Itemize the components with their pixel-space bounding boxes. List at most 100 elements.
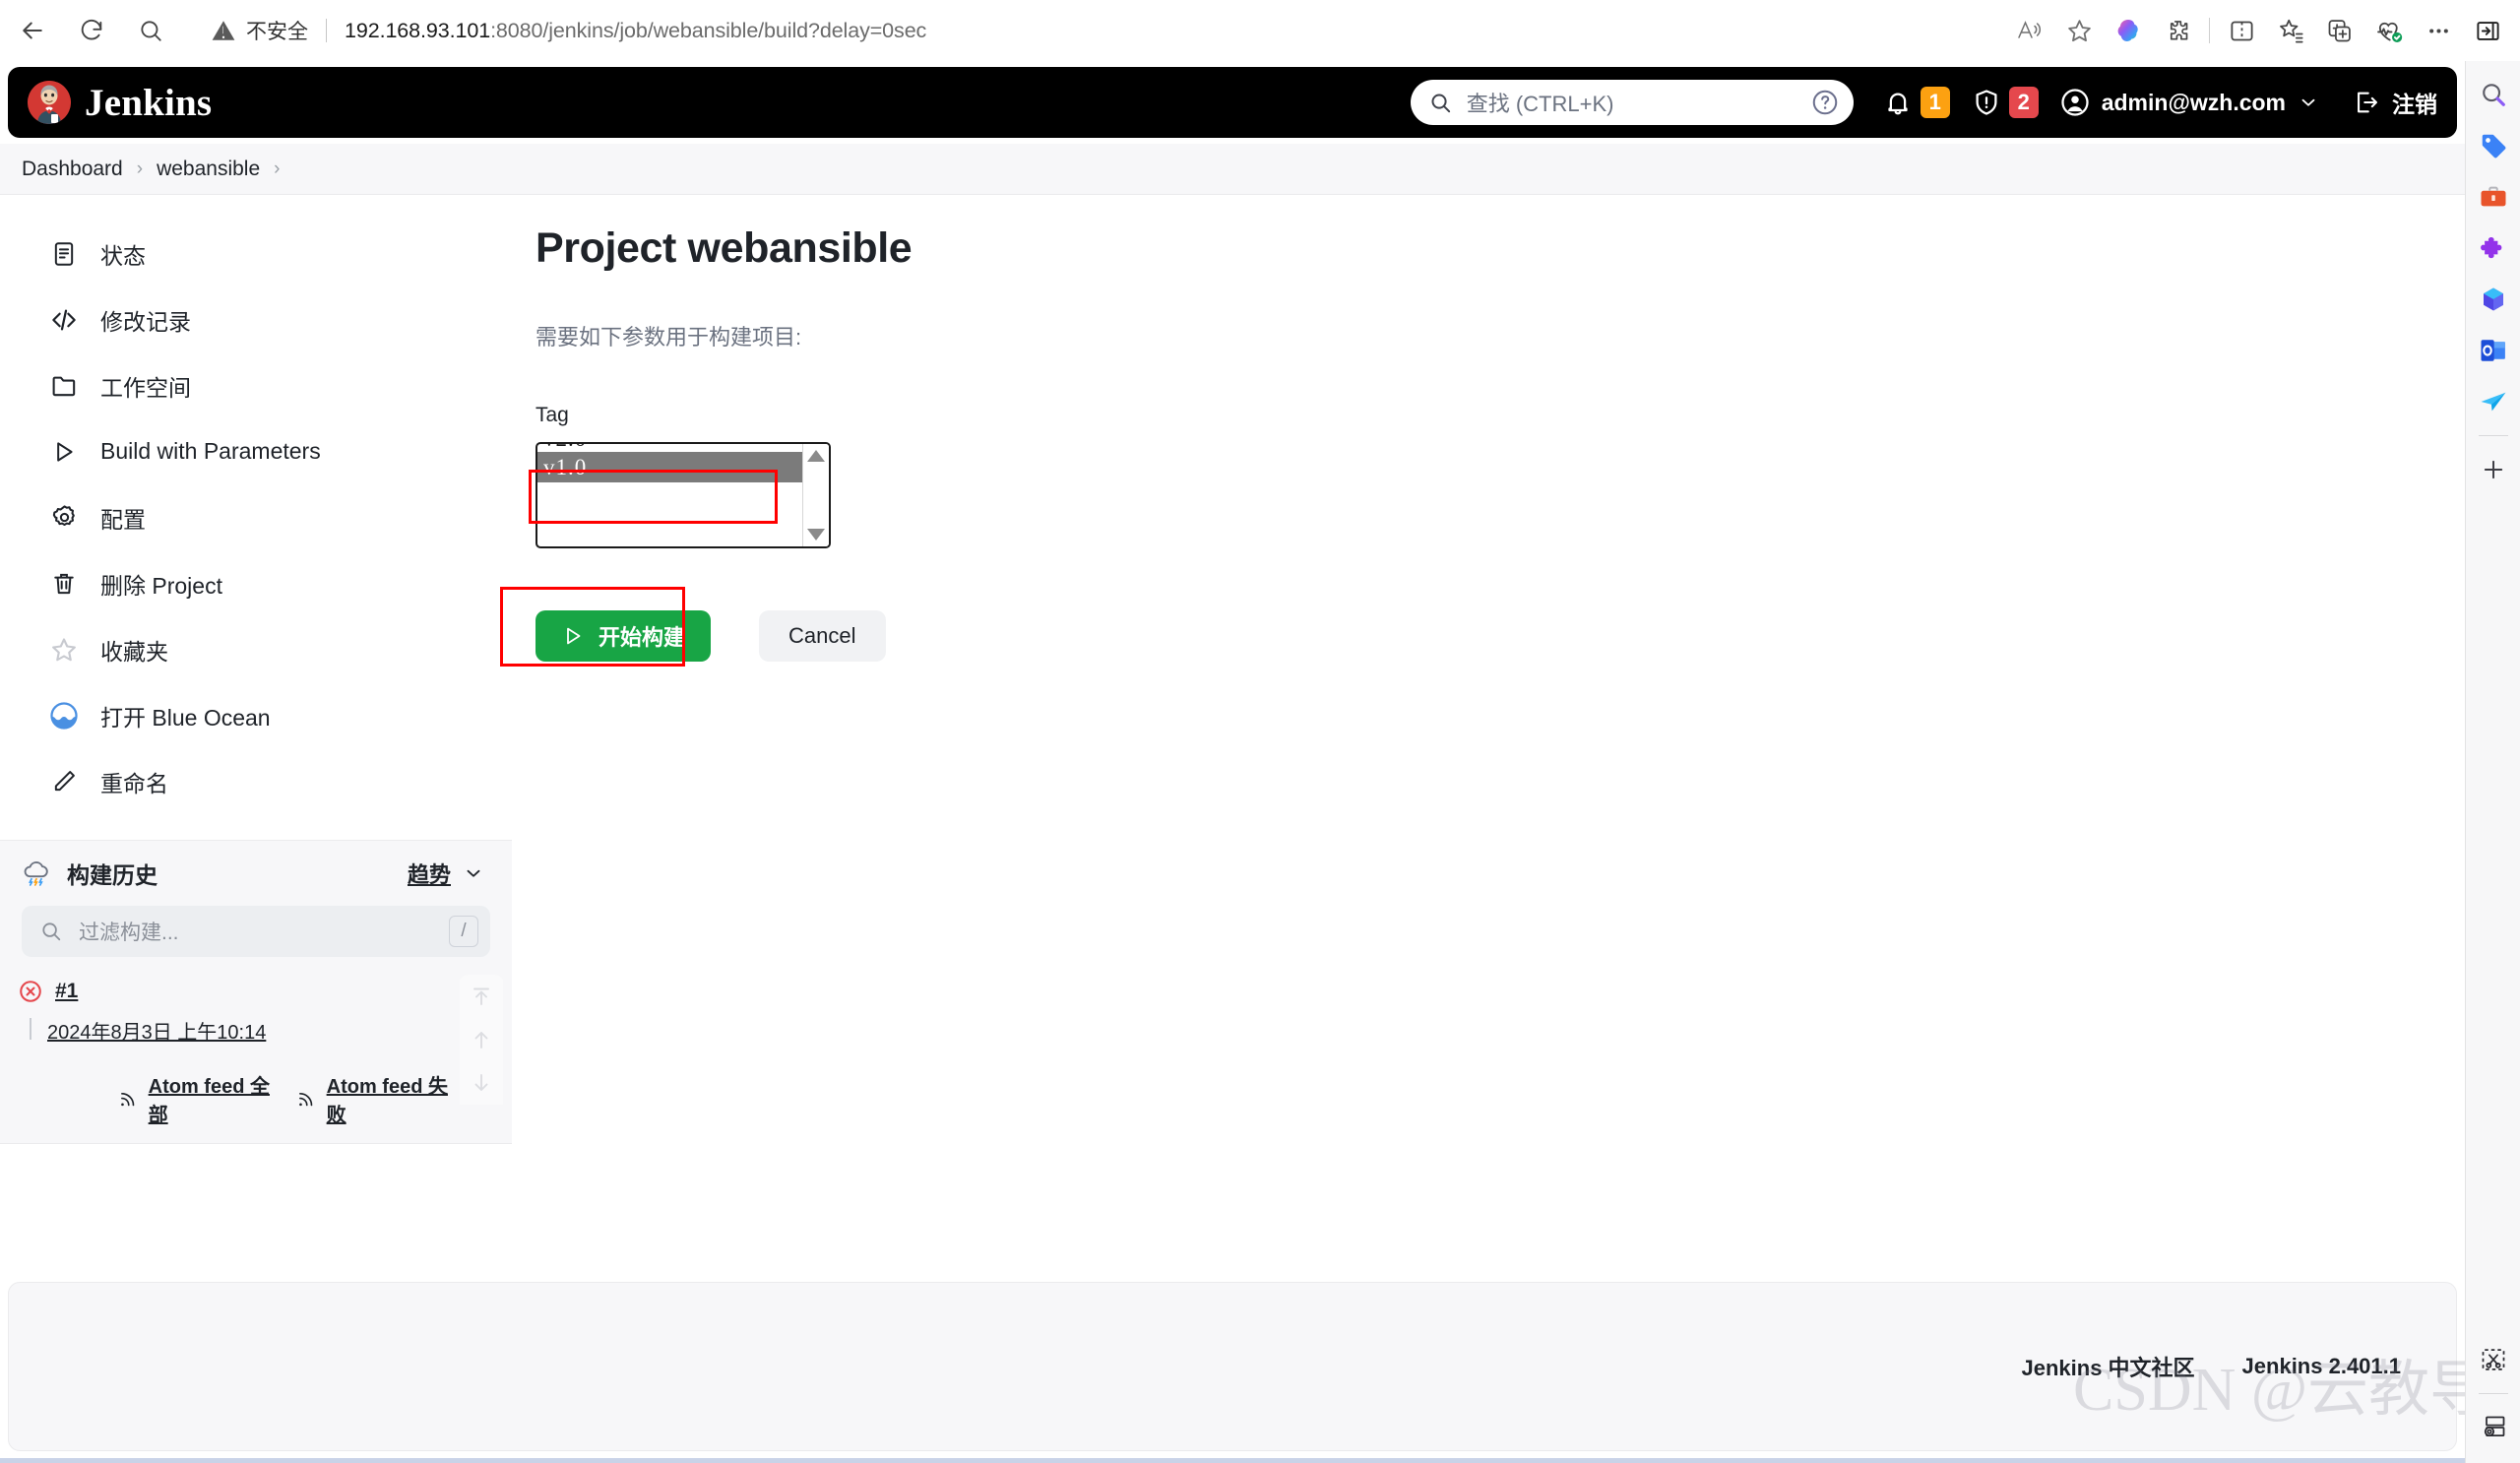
- tools-icon[interactable]: [2472, 171, 2515, 223]
- copilot-icon[interactable]: [2104, 6, 2153, 55]
- build-history-title: 构建历史: [67, 862, 158, 888]
- shield-warning-icon[interactable]: [1972, 88, 2001, 117]
- logout-button[interactable]: 注销: [2353, 86, 2437, 119]
- browser-search-icon[interactable]: [124, 4, 177, 57]
- screenshot-scissors-icon[interactable]: [2472, 1334, 2515, 1385]
- sidebar-item-workspace[interactable]: 工作空间: [0, 352, 512, 418]
- reload-icon[interactable]: [65, 4, 118, 57]
- bell-icon[interactable]: [1883, 88, 1913, 117]
- extensions-icon[interactable]: [2153, 6, 2202, 55]
- build-trend-label: 趋势: [407, 862, 451, 887]
- page-up-icon[interactable]: [460, 1018, 503, 1061]
- footer-community-link[interactable]: Jenkins 中文社区: [2022, 1351, 2195, 1382]
- build-number-link[interactable]: #1: [55, 980, 78, 1003]
- scroll-up-arrow-icon[interactable]: [807, 450, 825, 462]
- play-triangle-icon: [49, 437, 79, 467]
- sidebar-toggle-icon[interactable]: [2463, 6, 2512, 55]
- read-aloud-icon[interactable]: [2005, 6, 2054, 55]
- send-icon[interactable]: [2472, 376, 2515, 427]
- sidebar-item-status[interactable]: 状态: [0, 221, 512, 286]
- chevron-down-icon: [467, 869, 480, 877]
- breadcrumb-item-webansible[interactable]: webansible: [157, 158, 260, 181]
- question-mark-icon[interactable]: [1810, 88, 1840, 117]
- avatar: [2061, 89, 2089, 116]
- breadcrumb-item-dashboard[interactable]: Dashboard: [22, 158, 123, 181]
- url-text: 192.168.93.101:8080/jenkins/job/webansib…: [345, 19, 926, 43]
- atom-feed-all-label: Atom feed 全部: [148, 1076, 270, 1126]
- cancel-button[interactable]: Cancel: [759, 610, 886, 662]
- page-down-icon[interactable]: [460, 1061, 503, 1105]
- logout-icon: [2358, 92, 2377, 113]
- atom-feed-failed-link[interactable]: Atom feed 失败: [296, 1070, 459, 1127]
- add-icon[interactable]: [2472, 444, 2515, 495]
- folder-icon: [49, 371, 79, 401]
- browser-health-icon[interactable]: [2364, 6, 2414, 55]
- notifications-group[interactable]: 1: [1883, 87, 1950, 118]
- back-arrow-icon[interactable]: [6, 4, 59, 57]
- rss-icon: [121, 1093, 135, 1107]
- page-title: Project webansible: [536, 224, 913, 272]
- tag-select-listbox[interactable]: v2.0 v1.0: [536, 442, 831, 548]
- sidebar-item-delete-project[interactable]: 删除 Project: [0, 550, 512, 616]
- sidebar-settings-icon[interactable]: [2472, 1402, 2515, 1453]
- chevron-down-icon[interactable]: [2298, 92, 2319, 113]
- sidebar-item-configure[interactable]: 配置: [0, 484, 512, 550]
- office-icon[interactable]: [2472, 274, 2515, 325]
- jenkins-search-box[interactable]: 查找 (CTRL+K): [1410, 80, 1854, 125]
- url-host: 192.168.93.101: [345, 18, 491, 42]
- favorite-star-icon[interactable]: [2054, 6, 2104, 55]
- sidebar-item-label: 修改记录: [100, 308, 191, 335]
- search-input[interactable]: 查找 (CTRL+K): [1467, 87, 1796, 118]
- security-status[interactable]: 不安全: [211, 16, 308, 45]
- sidebar-item-build-with-parameters[interactable]: Build with Parameters: [0, 418, 512, 484]
- tag-option-v2[interactable]: v2.0: [537, 444, 829, 452]
- sidebar-item-favorites[interactable]: 收藏夹: [0, 616, 512, 682]
- build-trend-link[interactable]: 趋势: [408, 858, 484, 889]
- security-count-badge: 2: [2008, 87, 2039, 118]
- warning-triangle-icon: [212, 21, 235, 40]
- failed-circle-x-icon: [20, 981, 41, 1002]
- jump-to-top-icon[interactable]: [460, 975, 503, 1018]
- shopping-tag-icon[interactable]: [2472, 120, 2515, 171]
- build-filter-input[interactable]: 过滤构建... /: [22, 906, 490, 957]
- sidebar-item-blue-ocean[interactable]: 打开 Blue Ocean: [0, 682, 512, 748]
- play-triangle-icon: [567, 627, 581, 645]
- build-row[interactable]: #1: [0, 975, 459, 1008]
- logout-label: 注销: [2392, 92, 2437, 117]
- tag-select-wrapper: v2.0 v1.0: [529, 442, 831, 548]
- atom-feed-failed-label: Atom feed 失败: [326, 1076, 448, 1126]
- user-menu[interactable]: admin@wzh.com: [2060, 88, 2319, 117]
- jenkins-wordmark: Jenkins: [85, 81, 213, 124]
- outlook-icon[interactable]: [2472, 325, 2515, 376]
- collections-icon[interactable]: [2266, 6, 2315, 55]
- extensions-puzzle-icon[interactable]: [2472, 223, 2515, 274]
- atom-feed-links: Atom feed 全部 Atom feed 失败: [0, 1070, 459, 1133]
- storm-cloud-icon: [22, 859, 51, 888]
- footer-version: Jenkins 2.401.1: [2241, 1354, 2401, 1378]
- address-bar[interactable]: 不安全 192.168.93.101:8080/jenkins/job/weba…: [193, 8, 1995, 53]
- jenkins-butler-icon: [28, 81, 71, 124]
- notification-count-badge: 1: [1920, 87, 1950, 118]
- search-icon: [42, 922, 61, 941]
- pencil-icon: [49, 767, 79, 796]
- sidebar-item-changes[interactable]: 修改记录: [0, 286, 512, 352]
- jenkins-logo-link[interactable]: Jenkins: [28, 81, 212, 125]
- listbox-scrollbar[interactable]: [802, 444, 829, 546]
- build-history-pager: [459, 975, 504, 1133]
- search-icon: [1431, 93, 1450, 112]
- security-warnings-group[interactable]: 2: [1972, 87, 2039, 118]
- breadcrumb-separator: ›: [136, 158, 144, 179]
- more-options-icon[interactable]: [2414, 6, 2463, 55]
- scroll-down-arrow-icon[interactable]: [807, 529, 825, 541]
- search-icon[interactable]: [2472, 69, 2515, 120]
- document-icon: [49, 239, 79, 269]
- tag-option-v1[interactable]: v1.0: [537, 452, 829, 482]
- sidebar-item-rename[interactable]: 重命名: [0, 748, 512, 814]
- split-screen-icon[interactable]: [2217, 6, 2266, 55]
- start-build-label: 开始构建: [598, 625, 686, 650]
- browser-toolbar: 不安全 192.168.93.101:8080/jenkins/job/weba…: [0, 0, 2520, 61]
- browser-essentials-icon[interactable]: [2315, 6, 2364, 55]
- atom-feed-all-link[interactable]: Atom feed 全部: [118, 1070, 281, 1127]
- start-build-button[interactable]: 开始构建: [536, 610, 712, 662]
- build-date-link[interactable]: 2024年8月3日 上午10:14: [0, 1016, 459, 1045]
